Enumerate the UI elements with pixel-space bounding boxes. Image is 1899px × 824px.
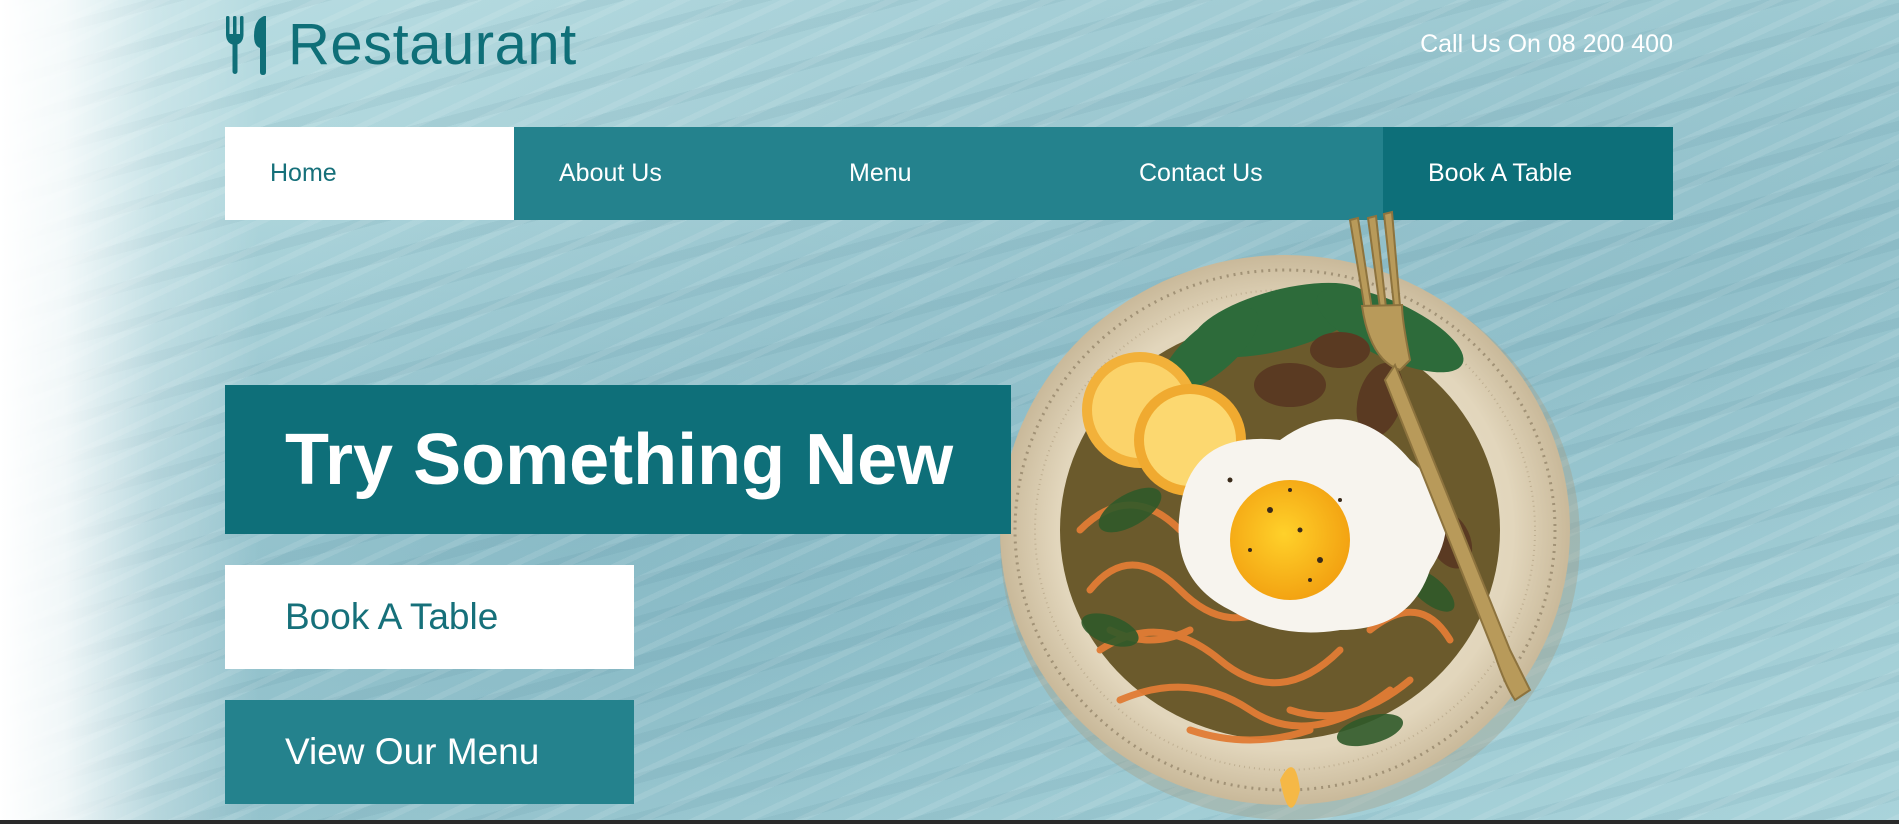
nav-item-home[interactable]: Home <box>225 127 514 220</box>
nav-item-contact-us[interactable]: Contact Us <box>1094 127 1383 220</box>
nav-item-about-us[interactable]: About Us <box>514 127 804 220</box>
bottom-edge <box>0 820 1899 824</box>
logo[interactable]: Restaurant <box>224 12 577 78</box>
food-plate-image <box>990 210 1590 824</box>
book-a-table-button[interactable]: Book A Table <box>225 565 634 669</box>
fork-spoon-icon <box>224 14 284 76</box>
main-nav: Home About Us Menu Contact Us Book A Tab… <box>225 127 1673 220</box>
phone-number: Call Us On 08 200 400 <box>1420 30 1673 58</box>
nav-item-menu[interactable]: Menu <box>804 127 1094 220</box>
hero-title-box: Try Something New <box>225 385 1011 534</box>
background-fade <box>0 0 260 824</box>
view-menu-button[interactable]: View Our Menu <box>225 700 634 804</box>
nav-item-book-a-table[interactable]: Book A Table <box>1383 127 1673 220</box>
hero-title: Try Something New <box>285 419 954 500</box>
logo-text: Restaurant <box>288 12 577 77</box>
page: Restaurant Call Us On 08 200 400 Home Ab… <box>0 0 1899 824</box>
